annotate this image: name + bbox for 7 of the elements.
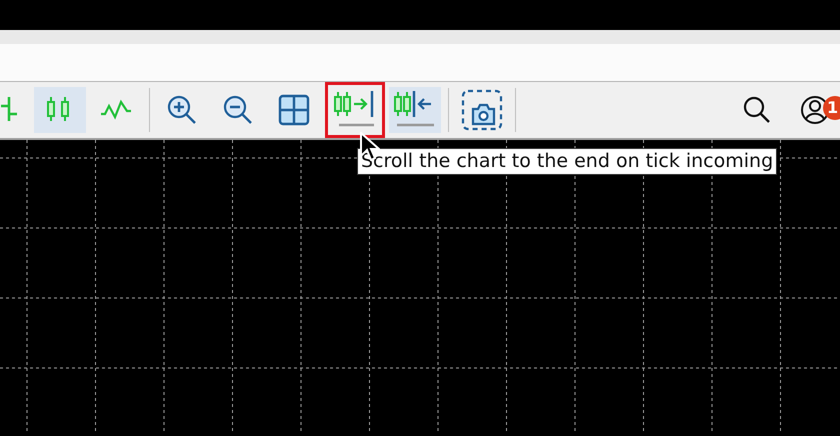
search-icon[interactable] [742, 95, 772, 125]
account-icon[interactable] [800, 95, 830, 125]
toolbar-button[interactable] [325, 82, 385, 138]
grid-icon [278, 94, 312, 126]
camera-icon [461, 89, 503, 131]
notification-badge: 1 [823, 96, 840, 120]
tooltip: Scroll the chart to the end on tick incoming [357, 148, 778, 175]
